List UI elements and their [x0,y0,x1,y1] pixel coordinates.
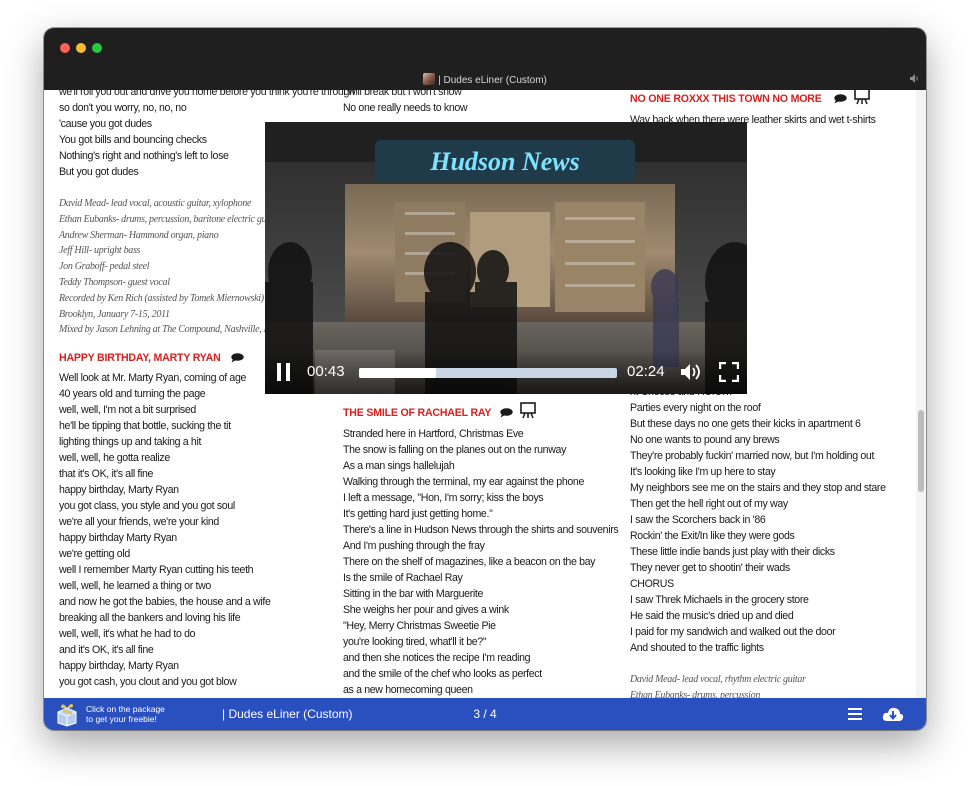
lyric-line: Stranded here in Hartford, Christmas Eve [343,428,524,440]
lyrics-block: Well look at Mr. Marty Ryan, coming of a… [59,370,339,690]
hamburger-menu-icon[interactable] [846,706,864,722]
bottom-bar: Click on the package to get your freebie… [44,698,926,730]
video-controls: 00:43 02:24 [265,350,747,394]
lyric-line: I saw Threk Michaels in the grocery stor… [630,594,809,606]
window-title: | Dudes eLiner (Custom) [44,73,926,87]
maximize-window-button[interactable] [92,43,102,53]
lyric-line: I will break but I won't show [343,90,462,98]
lyric-line: and it's OK, it's all fine [59,644,154,657]
lyrics-block: Parties every night on the roof But these… [630,400,910,656]
lyric-line: And shouted to the traffic lights [630,642,764,654]
lyric-line: you got cash, you clout and you got blow [59,676,237,689]
lyric-line: It's getting hard just getting home." [343,508,493,520]
lyric-line: well, well, I'm not a bit surprised [59,404,196,417]
lyric-line: Rockin' the Exit/In like they were gods [630,530,795,542]
lyric-line: Parties every night on the roof [630,402,761,414]
lyric-line: and the smile of the chef who looks as p… [343,668,542,680]
lyric-line: CHORUS [630,578,674,590]
lyric-line: I left a message, "Hon, I'm sorry; kiss … [343,492,544,504]
lyric-line: you got class, you style and you got sou… [59,500,235,513]
video-clip-icon[interactable] [519,402,536,426]
lyrics-block: Stranded here in Hartford, Christmas Eve… [343,426,623,698]
lyric-line: Sitting in the bar with Marguerite [343,588,484,600]
lyric-line: and then she notices the recipe I'm read… [343,652,531,664]
lyric-line: Is the smile of Rachael Ray [343,572,463,584]
lyric-line: They're probably fuckin' married now, bu… [630,450,875,462]
store-sign: Hudson News [429,147,580,176]
fullscreen-icon[interactable] [718,361,740,383]
gift-package-icon[interactable] [54,701,80,727]
song-title: THE SMILE OF RACHAEL RAY [343,402,623,426]
lyric-line: But these days no one gets their kicks i… [630,418,861,430]
lyric-line: Walking through the terminal, my ear aga… [343,476,584,488]
lyric-line: Then get the hell right out of my way [630,498,788,510]
lyric-line: well, well, he learned a thing or two [59,580,211,593]
lyric-line: There's a line in Hudson News through th… [343,524,619,536]
lyric-line: There on the shelf of magazines, like a … [343,556,596,568]
lyric-line: that it's OK, it's all fine [59,468,154,481]
lyrics-block: I will break but I won't show No one real… [343,90,623,116]
seek-bar[interactable] [359,368,617,378]
lyric-line: I paid for my sandwich and walked out th… [630,626,836,638]
comment-icon[interactable] [231,350,245,370]
lyric-line: well, well, he gotta realize [59,452,170,465]
freebie-prompt[interactable]: Click on the package to get your freebie… [86,704,165,724]
lyric-line: "Hey, Merry Christmas Sweetie Pie [343,620,496,632]
lyric-line: And I'm pushing through the fray [343,540,485,552]
lyric-line: She weighs her pour and gives a wink [343,604,509,616]
lyric-line: These little indie bands just play with … [630,546,835,558]
video-clip-icon[interactable] [854,90,870,112]
lyric-line: and now he got the babies, the house and… [59,596,271,609]
volume-icon[interactable] [680,362,702,382]
speaker-icon[interactable] [910,74,920,86]
lyric-line: lighting things up and taking a hit [59,436,202,449]
lyric-line: breaking all the bankers and loving his … [59,612,241,625]
minimize-window-button[interactable] [76,43,86,53]
lyric-line: He said the music's dried up and died [630,610,794,622]
lyric-line: I saw the Scorchers back in '86 [630,514,766,526]
lyric-line: we're all your friends, we're your kind [59,516,219,529]
close-window-button[interactable] [60,43,70,53]
lyric-line: No one really needs to know [343,102,468,114]
credit-line: David Mead- lead vocal, rhythm electric … [630,674,806,685]
lyric-line: he'll be tipping that bottle, sucking th… [59,420,231,433]
title-bar: | Dudes eLiner (Custom) [44,28,926,90]
lyric-line: They never get to shootin' their wads [630,562,790,574]
credit-line: Ethan Eubanks- drums, percussion [630,689,761,698]
credits-block: David Mead- lead vocal, rhythm electric … [630,672,910,698]
song-title: NO ONE ROXXX THIS TOWN NO MORE [630,90,910,112]
duration: 02:24 [627,363,665,380]
seek-bar-played [359,368,437,378]
lyric-line: well, well, it's what he had to do [59,628,196,641]
comment-icon[interactable] [834,91,848,111]
lyric-line: as a new homecoming queen [343,684,473,696]
lyric-line: happy birthday, Marty Ryan [59,660,179,673]
lyric-line: It's looking like I'm up here to stay [630,466,776,478]
lyric-line: As a man sings hallelujah [343,460,455,472]
lyric-line: you're looking tired, what'll it be?" [343,636,487,648]
cloud-download-icon[interactable] [882,704,904,724]
lyric-line: well I remember Marty Ryan cutting his t… [59,564,254,577]
footer-title: | Dudes eLiner (Custom) [222,707,353,721]
pause-icon[interactable] [277,363,291,381]
lyric-line: so don't you worry, no, no, no [59,102,187,114]
scrollbar-thumb[interactable] [918,410,924,492]
app-window: | Dudes eLiner (Custom) we'll roll you o… [44,28,926,730]
comment-icon[interactable] [500,405,513,425]
page-indicator: 3 / 4 [473,707,497,721]
video-player[interactable]: Hudson News 00:43 02:24 [265,122,747,394]
lyric-line: we're getting old [59,548,130,561]
lyric-line: happy birthday, Marty Ryan [59,484,179,497]
lyric-line: we'll roll you out and drive you home be… [59,90,355,98]
current-time: 00:43 [307,363,345,380]
lyric-line: The snow is falling on the planes out on… [343,444,567,456]
lyric-line: happy birthday Marty Ryan [59,532,177,545]
lyric-line: No one wants to pound any brews [630,434,780,446]
lyric-line: My neighbors see me on the stairs and th… [630,482,886,494]
app-thumbnail-icon [423,73,436,85]
vertical-scrollbar[interactable] [916,90,926,698]
